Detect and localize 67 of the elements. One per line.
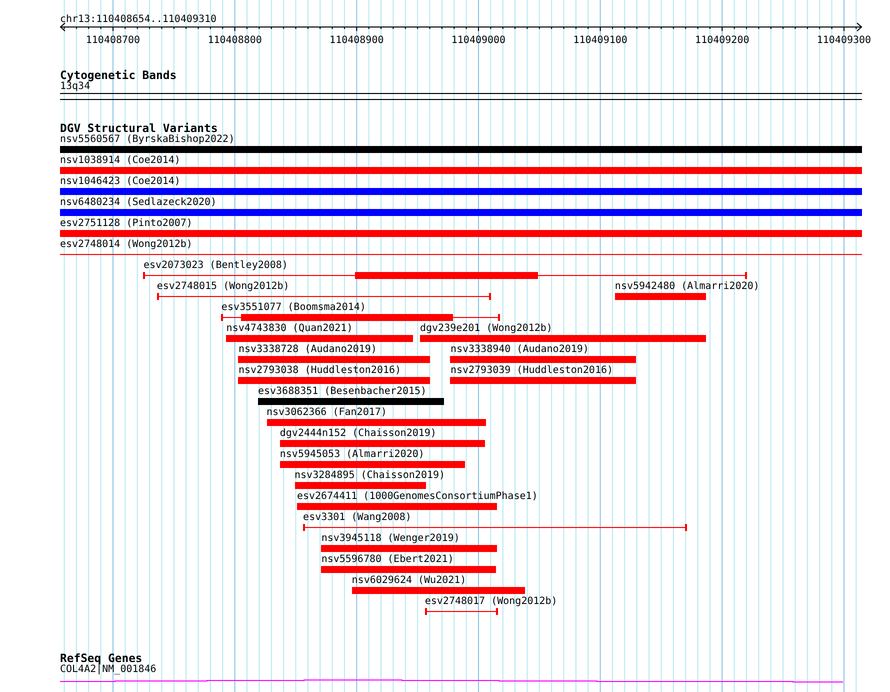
variant-bar[interactable] [352,587,525,594]
band-label: 13q34 [60,81,90,93]
variant-label: nsv6480234 (Sedlazeck2020) [60,197,217,209]
tick-label: 110409300 [816,35,872,47]
variant-bar[interactable] [420,335,706,342]
variant-span[interactable] [303,524,687,531]
variant-bar[interactable] [60,209,862,216]
variant-bar[interactable] [238,356,430,363]
variant-bar[interactable] [296,503,497,510]
variant-label: nsv3338940 (Audano2019) [450,344,589,356]
variant-label: esv2073023 (Bentley2008) [143,260,288,272]
variant-bar[interactable] [450,377,636,384]
variant-label: nsv1038914 (Coe2014) [60,155,180,167]
variant-bar[interactable] [258,398,444,405]
variant-label: nsv5560567 (ByrskaBishop2022) [60,134,235,146]
variant-bar[interactable] [60,167,862,174]
variant-bar[interactable] [450,356,636,363]
variant-bar[interactable] [321,545,497,552]
variant-label: esv2751128 (Pinto2007) [60,218,192,230]
variant-bar[interactable] [238,377,430,384]
variant-bar[interactable] [60,230,862,237]
track-title: Cytogenetic Bands [60,69,177,81]
variant-label: dgv239e201 (Wong2012b) [420,323,552,335]
tick-label: 110409000 [451,35,506,47]
variant-label: nsv4743830 (Quan2021) [226,323,353,335]
variant-label: nsv6029624 (Wu2021) [352,575,466,587]
variant-label: nsv2793038 (Huddleston2016) [238,365,402,377]
tick-label: 110408700 [86,35,140,47]
track-title: DGV Structural Variants [60,122,218,134]
variant-bar[interactable] [266,419,486,426]
track-title: RefSeq Genes [60,652,142,664]
location-label: chr13:110408654..110409310 [60,14,217,26]
variant-label: esv2748014 (Wong2012b) [60,239,192,251]
tick-label: 110409200 [695,35,750,47]
tick-label: 110408800 [208,35,262,47]
variant-label: nsv2793039 (Huddleston2016) [450,365,614,377]
gene-label: COL4A2|NM_001846 [60,664,156,676]
variant-label: nsv3338728 (Audano2019) [238,344,377,356]
variant-label: nsv5596780 (Ebert2021) [321,554,454,566]
variant-span[interactable] [60,251,862,258]
variant-label: esv3688351 (Besenbacher2015) [258,386,427,398]
variant-label: nsv5942480 (Almarri2020) [614,281,760,293]
variant-bar[interactable] [280,461,466,468]
variant-label: nsv5945053 (Almarri2020) [280,449,424,461]
variant-bar[interactable] [60,146,862,153]
tick-label: 110409100 [573,35,628,47]
variant-bar[interactable] [321,566,496,573]
variant-label: nsv1046423 (Coe2014) [60,176,180,188]
variant-label: esv3301 (Wang2008) [303,512,412,524]
variant-label: esv3551077 (Boomsma2014) [221,302,366,314]
variant-glyph[interactable] [143,272,746,279]
variant-bar[interactable] [614,293,706,300]
variant-label: nsv3945118 (Wenger2019) [321,533,460,545]
variant-label: dgv2444n152 (Chaisson2019) [280,428,436,440]
variant-bar[interactable] [226,335,413,342]
variant-label: esv2748015 (Wong2012b) [156,281,290,293]
variant-label: nsv3062366 (Fan2017) [266,407,387,419]
variant-bar[interactable] [60,188,862,195]
variant-bar[interactable] [294,482,426,489]
variant-bar[interactable] [280,440,485,447]
variant-label: nsv3284895 (Chaisson2019) [294,470,446,482]
variant-span[interactable] [424,608,498,615]
tick-label: 110408900 [330,35,384,47]
variant-label: esv2674411 (1000GenomesConsortiumPhase1) [296,491,538,503]
variant-span[interactable] [156,293,491,300]
variant-glyph[interactable] [221,314,500,321]
variant-label: esv2748017 (Wong2012b) [424,596,558,608]
